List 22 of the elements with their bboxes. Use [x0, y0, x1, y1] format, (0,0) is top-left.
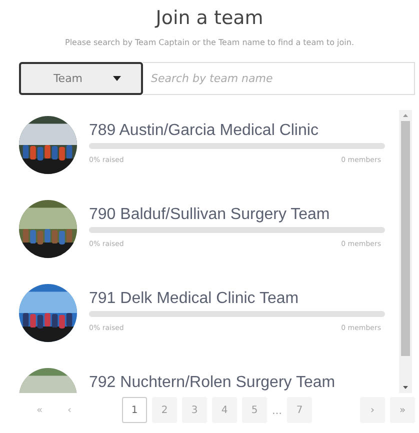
page-button[interactable]: 1 [122, 397, 147, 423]
page-button[interactable]: 3 [182, 397, 207, 423]
page-button[interactable]: 2 [152, 397, 177, 423]
instructions-text: Please search by Team Captain or the Team name to find a team to join. [64, 38, 355, 47]
page-button[interactable]: 5 [242, 397, 267, 423]
filter-dropdown[interactable]: Team [19, 62, 143, 95]
ellipsis-text: … [272, 406, 282, 419]
page-button[interactable]: 7 [287, 397, 312, 423]
pagination-button[interactable]: › [360, 397, 385, 423]
team-name-link[interactable]: 790 Balduf/Sullivan Surgery Team [89, 206, 385, 224]
team-name-link[interactable]: 789 Austin/Garcia Medical Clinic [89, 122, 385, 140]
scroll-down-icon[interactable] [403, 386, 408, 389]
page-title: Join a team [154, 6, 264, 30]
scrollbar[interactable] [399, 110, 412, 393]
team-name-link[interactable]: 792 Nuchtern/Rolen Surgery Team [89, 374, 385, 392]
team-name-link[interactable]: 791 Delk Medical Clinic Team [89, 290, 385, 308]
scrollbar-thumb[interactable] [401, 121, 410, 356]
scroll-up-icon[interactable] [403, 114, 408, 117]
search-field[interactable]: Search by team name [143, 62, 415, 95]
page-button[interactable]: 4 [212, 397, 237, 423]
pagination-button[interactable]: » [390, 397, 415, 423]
caret-icon [112, 76, 121, 81]
